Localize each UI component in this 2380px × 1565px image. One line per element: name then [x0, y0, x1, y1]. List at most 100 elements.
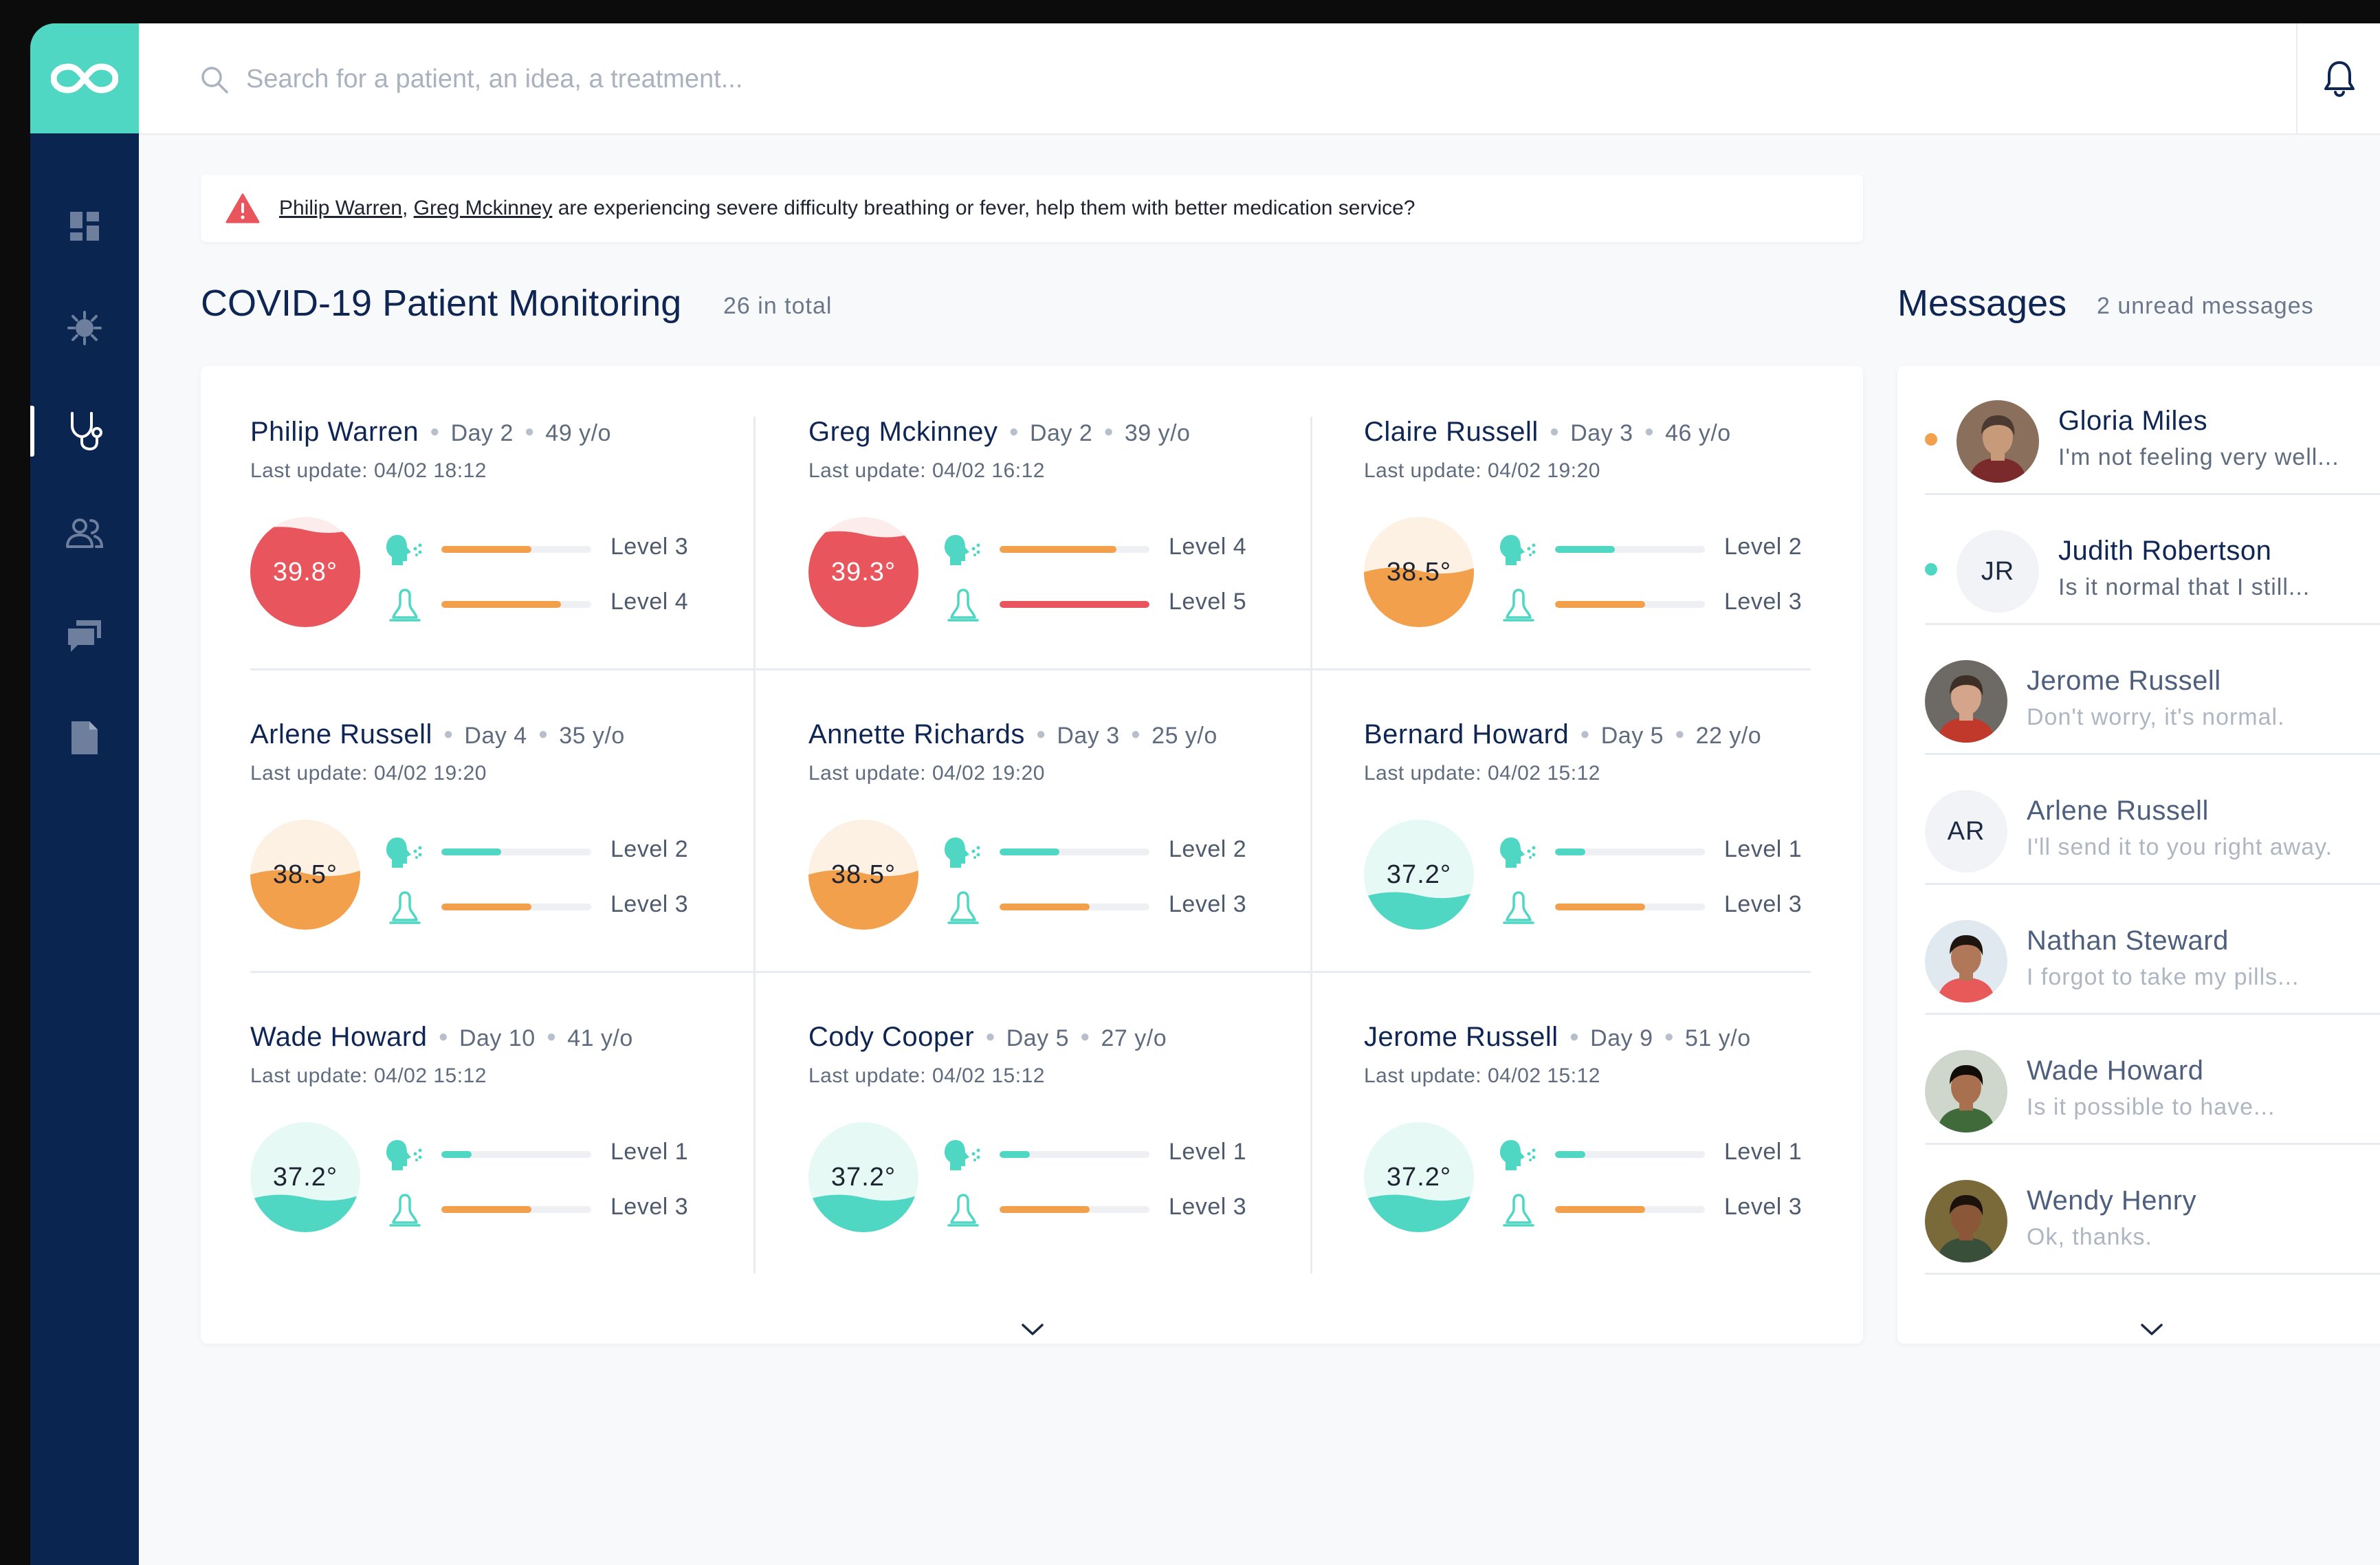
stethoscope-icon: [71, 412, 102, 451]
patient-card[interactable]: Jerome Russell ● Day 9 ● 51 y/o Last update: …: [1364, 1022, 1873, 1324]
fever-level-fill: [441, 904, 531, 910]
breathing-level-fill: [1000, 1151, 1030, 1158]
nav-virus[interactable]: [30, 290, 139, 366]
breathing-level-label: Level 1: [1724, 1139, 1803, 1165]
separator-dot: ●: [1009, 422, 1019, 441]
nav-chat[interactable]: [30, 598, 139, 674]
cough-icon: [945, 535, 980, 565]
fever-level-bar: [1555, 601, 1705, 608]
nav-dashboard[interactable]: [30, 188, 139, 264]
fever-bell-icon: [1503, 891, 1534, 924]
fever-level-fill: [1555, 601, 1645, 608]
cough-icon: [1500, 535, 1536, 565]
notifications-button[interactable]: [2296, 23, 2380, 133]
message-divider: [1925, 623, 2380, 625]
patient-card[interactable]: Claire Russell ● Day 3 ● 46 y/o Last update: …: [1364, 417, 1873, 719]
messages-panel: Gloria Miles I'm not feeling very well...…: [1897, 366, 2380, 1344]
alert-text: Philip Warren, Greg Mckinney are experie…: [279, 197, 1415, 220]
temperature-gauge: 39.8°: [250, 517, 360, 627]
patient-card[interactable]: Annette Richards ● Day 3 ● 25 y/o Last update…: [808, 719, 1317, 1022]
patient-card[interactable]: Greg Mckinney ● Day 2 ● 39 y/o Last update: 0…: [808, 417, 1317, 719]
nav-users[interactable]: [30, 495, 139, 571]
patient-day: Day 4: [464, 723, 527, 749]
patient-name: Jerome Russell: [1364, 1022, 1558, 1052]
fever-level-fill: [1000, 601, 1149, 608]
patient-card[interactable]: Wade Howard ● Day 10 ● 41 y/o Last update: 04…: [250, 1022, 759, 1324]
app-logo[interactable]: [30, 23, 139, 133]
message-preview: I'm not feeling very well...: [2058, 444, 2339, 470]
breathing-level-fill: [441, 849, 502, 855]
fever-level-label: Level 3: [1724, 891, 1803, 917]
patient-header: Annette Richards ● Day 3 ● 25 y/o: [808, 719, 1217, 760]
fever-level-fill: [1000, 1206, 1090, 1213]
breathing-level-bar: [1555, 849, 1705, 855]
fever-level-bar: [1000, 601, 1149, 608]
patient-card[interactable]: Bernard Howard ● Day 5 ● 22 y/o Last update: …: [1364, 719, 1873, 1022]
show-more-messages-button[interactable]: [2131, 1316, 2172, 1344]
message-item[interactable]: Jerome Russell Don't worry, it's normal.: [1925, 626, 2380, 755]
message-item[interactable]: Wade Howard Is it possible to have...: [1925, 1016, 2380, 1145]
cough-icon: [386, 1140, 422, 1170]
message-item[interactable]: Wendy Henry Ok, thanks.: [1925, 1146, 2380, 1275]
unread-dot: [1925, 433, 1937, 446]
avatar-initials: AR: [1925, 790, 2007, 873]
search-input[interactable]: [245, 54, 1072, 105]
nav-patients[interactable]: [30, 393, 139, 469]
last-update: Last update: 04/02 19:20: [808, 762, 1045, 785]
temperature-value: 39.8°: [272, 557, 338, 587]
patient-card[interactable]: Arlene Russell ● Day 4 ● 35 y/o Last update: …: [250, 719, 759, 1022]
last-update: Last update: 04/02 15:12: [1364, 762, 1600, 785]
temperature-value: 39.3°: [830, 557, 896, 587]
message-item[interactable]: Nathan Steward I forgot to take my pills.…: [1925, 886, 2380, 1015]
message-preview: I'll send it to you right away.: [2027, 834, 2333, 860]
separator-dot: ●: [438, 1027, 448, 1046]
avatar: [1925, 660, 2007, 743]
patient-card[interactable]: Cody Cooper ● Day 5 ● 27 y/o Last update: 04/…: [808, 1022, 1317, 1324]
fever-level-fill: [441, 601, 562, 608]
fever-level-bar: [1555, 1206, 1705, 1213]
show-more-patients-button[interactable]: [1012, 1316, 1053, 1344]
separator-dot: ●: [546, 1027, 557, 1046]
chevron-down-icon: [2141, 1324, 2163, 1335]
fever-level-bar: [441, 1206, 591, 1213]
temperature-gauge: 38.5°: [808, 820, 918, 930]
temperature-value: 38.5°: [272, 860, 338, 889]
breathing-level-fill: [441, 546, 531, 553]
nav-documents[interactable]: [30, 700, 139, 776]
alert-patient-link[interactable]: Greg Mckinney: [414, 197, 553, 219]
patient-header: Wade Howard ● Day 10 ● 41 y/o: [250, 1022, 633, 1063]
fever-level-bar: [441, 601, 591, 608]
message-item[interactable]: AR Arlene Russell I'll send it to you righ…: [1925, 756, 2380, 885]
temperature-gauge: 38.5°: [1364, 517, 1474, 627]
message-divider: [1925, 1013, 2380, 1015]
breathing-level-fill: [1000, 546, 1117, 553]
separator-dot: ●: [1103, 422, 1114, 441]
message-sender: Wendy Henry: [2027, 1185, 2197, 1216]
fever-bell-icon: [947, 589, 979, 622]
breathing-level-label: Level 1: [1169, 1139, 1247, 1165]
message-sender: Judith Robertson: [2058, 536, 2272, 566]
separator-dot: ●: [1664, 1027, 1674, 1046]
cough-icon: [1500, 1140, 1536, 1170]
message-item[interactable]: JR Judith Robertson Is it normal that I st…: [1925, 496, 2380, 625]
patient-card[interactable]: Philip Warren ● Day 2 ● 49 y/o Last update: 0…: [250, 417, 759, 719]
cough-icon: [386, 535, 422, 565]
message-sender: Gloria Miles: [2058, 406, 2208, 436]
patient-header: Jerome Russell ● Day 9 ● 51 y/o: [1364, 1022, 1751, 1063]
last-update: Last update: 04/02 15:12: [1364, 1064, 1600, 1087]
avatar-photo: [1925, 920, 2007, 1003]
message-preview: Ok, thanks.: [2027, 1224, 2152, 1250]
unread-dot: [1925, 563, 1937, 576]
temperature-value: 37.2°: [272, 1162, 338, 1192]
fever-level-fill: [1555, 1206, 1645, 1213]
patient-header: Bernard Howard ● Day 5 ● 22 y/o: [1364, 719, 1761, 760]
message-item[interactable]: Gloria Miles I'm not feeling very well...: [1925, 366, 2380, 495]
alert-patient-link[interactable]: Philip Warren: [279, 197, 402, 219]
patient-name: Cody Cooper: [808, 1022, 975, 1052]
separator-dot: ●: [1080, 1027, 1090, 1046]
patient-age: 41 y/o: [567, 1025, 633, 1051]
avatar: [1925, 920, 2007, 1003]
message-divider: [1925, 1273, 2380, 1275]
breathing-level-fill: [1000, 849, 1060, 855]
separator-dot: ●: [985, 1027, 995, 1046]
